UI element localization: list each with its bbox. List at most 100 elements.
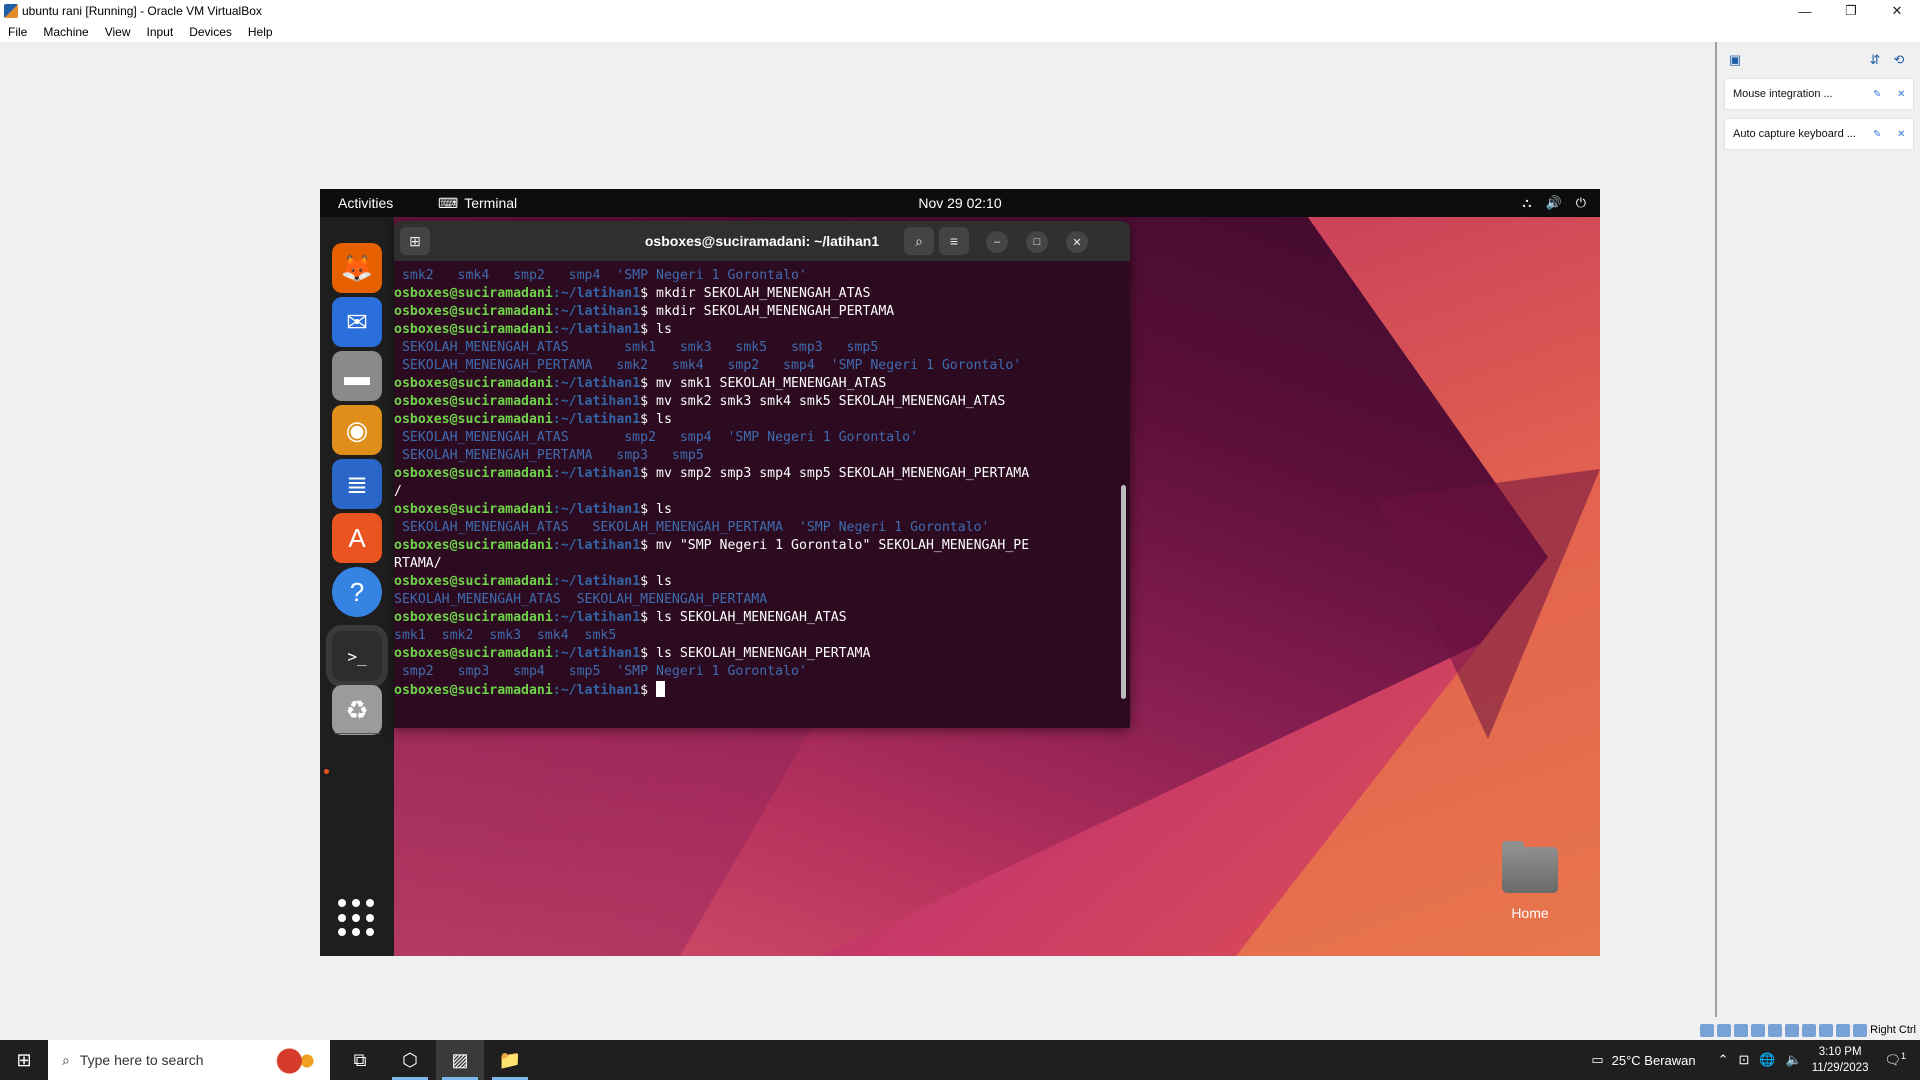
virtualbox-vm-icon[interactable]: ▨ [436,1040,484,1080]
menu-help[interactable]: Help [240,25,281,39]
dismiss-icon[interactable]: ✕ [1897,129,1905,140]
dismiss-icon[interactable]: ✕ [1897,89,1905,100]
terminal-line: SEKOLAH_MENENGAH_ATAS smk1 smk3 smk5 smp… [394,339,1114,357]
task-view-icon[interactable]: ⧉ [336,1040,384,1080]
menu-machine[interactable]: Machine [35,25,96,39]
search-input[interactable]: Type here to search [80,1052,204,1068]
command-text: ls [656,412,672,427]
text-cursor [656,681,666,697]
chevron-up-icon[interactable]: ⌃ [1718,1052,1729,1068]
dock-separator [334,733,380,734]
rhythmbox-icon[interactable]: ◉ [332,405,382,455]
writer-icon[interactable]: ≣ [332,459,382,509]
terminal-headerbar[interactable]: ⊞ osboxes@suciramadani: ~/latihan1 ⌕ ≡ –… [394,221,1130,261]
recording-icon[interactable] [1819,1023,1834,1037]
prompt-path: :~/latihan1 [552,412,641,427]
trash-icon[interactable]: ♻ [332,685,382,735]
output-text: SEKOLAH_MENENGAH_PERTAMA smk2 smk4 smp2 … [394,358,1022,373]
network-icon[interactable] [1751,1023,1766,1037]
terminal-line: osboxes@suciramadani:~/latihan1$ ls [394,322,672,337]
taskbar-clock[interactable]: 3:10 PM 11/29/2023 [1812,1044,1869,1076]
prompt-user: osboxes@suciramadani [394,574,553,589]
show-apps-icon[interactable] [338,899,376,937]
notification-center-icon[interactable]: ▣ [1725,50,1745,70]
menu-devices[interactable]: Devices [181,25,240,39]
terminal-line: SEKOLAH_MENENGAH_ATAS SEKOLAH_MENENGAH_P… [394,591,1114,609]
terminal-line: osboxes@suciramadani:~/latihan1$ mv "SMP… [394,538,1030,553]
system-tray[interactable]: ⛬ 🔊 ⏻ [1522,195,1586,211]
cpu-icon[interactable] [1836,1023,1851,1037]
vm-screen[interactable]: Activities ⌨ Terminal Nov 29 02:10 ⛬ 🔊 ⏻… [320,189,1600,956]
minimize-icon[interactable]: – [986,231,1008,253]
prompt-user: osboxes@suciramadani [394,286,553,301]
prompt-path: :~/latihan1 [552,538,641,553]
software-icon[interactable]: A [332,513,382,563]
terminal-output[interactable]: smk2 smk4 smp2 smp4 'SMP Negeri 1 Goront… [394,267,1114,727]
audio-icon[interactable] [1734,1023,1749,1037]
command-text: ls SEKOLAH_MENENGAH_ATAS [656,610,847,625]
mute-icon[interactable]: ✎ [1873,129,1881,140]
prompt-path: :~/latihan1 [552,394,641,409]
mute-icon[interactable]: ✎ [1873,89,1881,100]
ubuntu-dock: 🦊 ✉ ▬ ◉ ≣ A? >_ ♻ [320,217,394,956]
network-icon[interactable]: 🌐 [1759,1052,1775,1068]
window-titlebar[interactable]: ubuntu rani [Running] - Oracle VM Virtua… [0,0,1920,22]
prompt-user: osboxes@suciramadani [394,538,553,553]
close-icon[interactable]: ✕ [1874,0,1920,22]
minimize-icon[interactable]: — [1782,0,1828,22]
top-bar-clock[interactable]: Nov 29 02:10 [320,195,1600,211]
output-text: smk1 smk2 smk3 smk4 smk5 [394,628,617,643]
notification-mouse-integration[interactable]: Mouse integration ... ✎ ✕ [1724,78,1914,110]
windows-taskbar: ⊞ ⌕ Type here to search ⧉ ⬡ ▨ 📁 ▭ 25°C B… [0,1040,1920,1080]
desktop-home-folder[interactable]: Home [1500,841,1560,927]
prompt-user: osboxes@suciramadani [394,466,553,481]
weather-text[interactable]: 25°C Berawan [1612,1053,1696,1068]
prompt-user: osboxes@suciramadani [394,376,553,391]
terminal-line: smp2 smp3 smp4 smp5 'SMP Negeri 1 Goront… [394,663,1114,681]
volume-icon[interactable]: 🔈 [1786,1052,1802,1068]
output-text: smk2 smk4 smp2 smp4 'SMP Negeri 1 Goront… [394,268,807,283]
terminal-scrollbar[interactable] [1121,485,1126,699]
close-icon[interactable]: ✕ [1066,231,1088,253]
shared-folder-icon[interactable] [1785,1023,1800,1037]
clear-all-icon[interactable]: ⟲ [1889,50,1909,70]
hamburger-menu-icon[interactable]: ≡ [939,227,969,255]
files-icon[interactable]: ▬ [332,351,382,401]
output-text: RTAMA/ [394,556,442,571]
notification-text: Auto capture keyboard ... [1733,128,1856,140]
command-text: mv smp2 smp3 smp4 smp5 SEKOLAH_MENENGAH_… [656,466,1030,481]
output-text: / [394,484,402,499]
menu-file[interactable]: File [0,25,35,39]
help-icon[interactable]: ? [332,567,382,617]
restore-icon[interactable]: ❐ [1828,0,1874,22]
maximize-icon[interactable]: □ [1026,231,1048,253]
taskbar-search[interactable]: ⌕ Type here to search [48,1040,330,1080]
prompt-user: osboxes@suciramadani [394,610,553,625]
notification-center-icon[interactable]: 🗨1 [1884,1051,1906,1068]
file-explorer-icon[interactable]: 📁 [486,1040,534,1080]
camera-icon[interactable]: ⊡ [1738,1052,1749,1068]
windows-start-icon[interactable]: ⊞ [0,1040,48,1080]
thunderbird-icon[interactable]: ✉ [332,297,382,347]
toggle-panel-icon[interactable]: ⇵ [1865,50,1885,70]
menu-input[interactable]: Input [139,25,182,39]
vbox-status-bar: Right Ctrl [1660,1020,1920,1040]
vm-host-area: Activities ⌨ Terminal Nov 29 02:10 ⛬ 🔊 ⏻… [0,42,1715,1040]
optical-icon[interactable] [1717,1023,1732,1037]
terminal-icon[interactable]: >_ [326,625,388,687]
menu-view[interactable]: View [97,25,139,39]
search-icon[interactable]: ⌕ [904,227,934,255]
mouse-icon[interactable] [1853,1023,1868,1037]
usb-icon[interactable] [1768,1023,1783,1037]
terminal-line: SEKOLAH_MENENGAH_PERTAMA smk2 smk4 smp2 … [394,357,1114,375]
terminal-window[interactable]: ⊞ osboxes@suciramadani: ~/latihan1 ⌕ ≡ –… [394,221,1130,728]
firefox-icon[interactable]: 🦊 [332,243,382,293]
prompt-user: osboxes@suciramadani [394,304,553,319]
command-text: mv smk1 SEKOLAH_MENENGAH_ATAS [656,376,887,391]
hdd-icon[interactable] [1700,1023,1715,1037]
notification-auto-capture[interactable]: Auto capture keyboard ... ✎ ✕ [1724,118,1914,150]
virtualbox-manager-icon[interactable]: ⬡ [386,1040,434,1080]
clock-date: 11/29/2023 [1811,1062,1869,1074]
terminal-title: osboxes@suciramadani: ~/latihan1 [644,233,880,249]
display-icon[interactable] [1802,1023,1817,1037]
